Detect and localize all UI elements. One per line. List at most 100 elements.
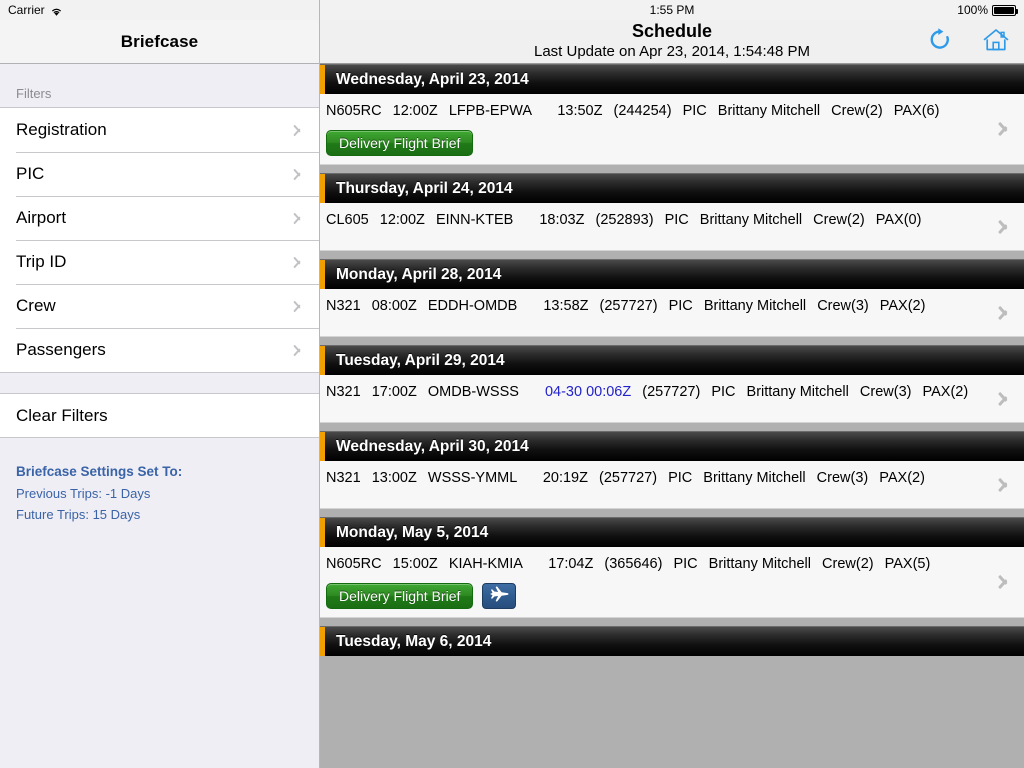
sidebar-item-registration[interactable]: Registration <box>0 108 319 152</box>
filters-list: Registration PIC Airport Trip ID Crew Pa… <box>0 108 319 372</box>
chevron-right-icon <box>1001 218 1012 236</box>
crew-count: Crew(3) <box>817 298 869 314</box>
flight-row[interactable]: N321 08:00Z EDDH-OMDB 13:58Z (257727) PI… <box>320 289 1024 337</box>
sidebar-divider <box>0 372 319 394</box>
departure-time: 15:00Z <box>392 556 438 572</box>
sidebar-item-label: Airport <box>16 208 67 227</box>
pic-label: PIC <box>673 556 698 572</box>
refresh-icon <box>928 27 952 58</box>
day-group: Monday, April 28, 2014 N321 08:00Z EDDH-… <box>320 259 1024 337</box>
registration: N605RC <box>326 556 382 572</box>
filters-section-header: Filters <box>0 64 319 108</box>
route: EDDH-OMDB <box>427 298 518 314</box>
arrival-time: 13:50Z <box>557 103 603 119</box>
pax-count: PAX(5) <box>884 556 931 572</box>
flight-track-button[interactable] <box>482 583 517 609</box>
main-status-bar: 1:55 PM 100% <box>320 0 1024 20</box>
sidebar-item-label: Crew <box>16 296 56 315</box>
arrival-time: 04-30 00:06Z <box>544 384 632 400</box>
pic-name: Brittany Mitchell <box>703 298 807 314</box>
flight-summary: N321 13:00Z WSSS-YMML 20:19Z (257727) PI… <box>326 469 990 488</box>
day-header: Wednesday, April 23, 2014 <box>320 64 1024 94</box>
chevron-right-icon <box>1001 573 1012 591</box>
flight-row[interactable]: CL605 12:00Z EINN-KTEB 18:03Z (252893) P… <box>320 203 1024 251</box>
registration: N321 <box>326 470 361 486</box>
pic-name: Brittany Mitchell <box>717 103 821 119</box>
pic-name: Brittany Mitchell <box>746 384 849 400</box>
route: OMDB-WSSS <box>427 384 519 400</box>
sidebar-item-airport[interactable]: Airport <box>0 196 319 240</box>
flight-summary: N605RC 12:00Z LFPB-EPWA 13:50Z (244254) … <box>326 102 990 121</box>
day-accent-bar <box>320 346 325 375</box>
chevron-right-icon <box>1001 390 1012 408</box>
battery-full-icon <box>992 4 1018 16</box>
battery-indicator: 100% <box>957 0 1018 20</box>
app-root: Carrier Briefcase Filters Registration P… <box>0 0 1024 768</box>
crew-count: Crew(2) <box>822 556 874 572</box>
arrival-time: 17:04Z <box>548 556 594 572</box>
day-group: Tuesday, May 6, 2014 <box>320 626 1024 656</box>
route: EINN-KTEB <box>435 212 514 228</box>
registration: CL605 <box>326 212 369 228</box>
flight-row[interactable]: N605RC 12:00Z LFPB-EPWA 13:50Z (244254) … <box>320 94 1024 165</box>
registration: N605RC <box>326 103 382 119</box>
day-header: Monday, May 5, 2014 <box>320 517 1024 547</box>
pax-count: PAX(2) <box>879 470 925 486</box>
flight-actions: Delivery Flight Brief <box>326 583 990 609</box>
day-header: Wednesday, April 30, 2014 <box>320 431 1024 461</box>
route: WSSS-YMML <box>427 470 517 486</box>
pic-label: PIC <box>668 470 693 486</box>
flight-summary: N321 08:00Z EDDH-OMDB 13:58Z (257727) PI… <box>326 297 990 316</box>
registration: N321 <box>326 384 361 400</box>
day-date-label: Tuesday, May 6, 2014 <box>336 632 492 650</box>
main-nav-bar: Schedule Last Update on Apr 23, 2014, 1:… <box>320 20 1024 64</box>
flight-actions: Delivery Flight Brief <box>326 130 990 156</box>
day-date-label: Monday, April 28, 2014 <box>336 265 502 283</box>
settings-title: Briefcase Settings Set To: <box>16 464 183 479</box>
day-accent-bar <box>320 627 325 656</box>
flight-row[interactable]: N605RC 15:00Z KIAH-KMIA 17:04Z (365646) … <box>320 547 1024 618</box>
clear-filters-button[interactable]: Clear Filters <box>0 394 319 438</box>
day-date-label: Thursday, April 24, 2014 <box>336 179 513 197</box>
sidebar-item-trip-id[interactable]: Trip ID <box>0 240 319 284</box>
schedule-title: Schedule <box>631 21 713 41</box>
sidebar-item-label: Trip ID <box>16 252 67 271</box>
trip-id: (365646) <box>604 556 663 572</box>
schedule-scroll-area[interactable]: Wednesday, April 23, 2014 N605RC 12:00Z … <box>320 64 1024 768</box>
flight-row[interactable]: N321 17:00Z OMDB-WSSS 04-30 00:06Z (2577… <box>320 375 1024 423</box>
chevron-right-icon <box>296 123 305 138</box>
flight-row[interactable]: N321 13:00Z WSSS-YMML 20:19Z (257727) PI… <box>320 461 1024 509</box>
carrier-label: Carrier <box>8 3 45 17</box>
pax-count: PAX(0) <box>875 212 922 228</box>
sidebar-item-passengers[interactable]: Passengers <box>0 328 319 372</box>
flight-summary: N605RC 15:00Z KIAH-KMIA 17:04Z (365646) … <box>326 555 990 574</box>
delivery-flight-brief-button[interactable]: Delivery Flight Brief <box>326 130 474 156</box>
flight-summary: CL605 12:00Z EINN-KTEB 18:03Z (252893) P… <box>326 211 990 230</box>
trip-id: (257727) <box>642 384 701 400</box>
delivery-flight-brief-button[interactable]: Delivery Flight Brief <box>326 583 474 609</box>
clock-label: 1:55 PM <box>649 3 695 17</box>
crew-count: Crew(2) <box>813 212 865 228</box>
home-button[interactable] <box>980 26 1012 58</box>
departure-time: 12:00Z <box>379 212 425 228</box>
sidebar-item-label: Passengers <box>16 340 106 359</box>
day-accent-bar <box>320 432 325 461</box>
chevron-right-icon <box>296 255 305 270</box>
nav-actions <box>924 26 1012 58</box>
last-update-label: Last Update on Apr 23, 2014, 1:54:48 PM <box>533 43 811 60</box>
pic-label: PIC <box>664 212 689 228</box>
chevron-right-icon <box>296 167 305 182</box>
departure-time: 13:00Z <box>371 470 417 486</box>
chevron-right-icon <box>296 343 305 358</box>
sidebar: Carrier Briefcase Filters Registration P… <box>0 0 320 768</box>
chevron-right-icon <box>296 211 305 226</box>
refresh-button[interactable] <box>924 26 956 58</box>
pic-name: Brittany Mitchell <box>708 556 811 572</box>
pic-name: Brittany Mitchell <box>699 212 803 228</box>
main-panel: 1:55 PM 100% Schedule Last Update on Apr… <box>320 0 1024 768</box>
sidebar-item-pic[interactable]: PIC <box>0 152 319 196</box>
day-accent-bar <box>320 518 325 547</box>
day-accent-bar <box>320 260 325 289</box>
sidebar-item-crew[interactable]: Crew <box>0 284 319 328</box>
pax-count: PAX(6) <box>893 103 940 119</box>
